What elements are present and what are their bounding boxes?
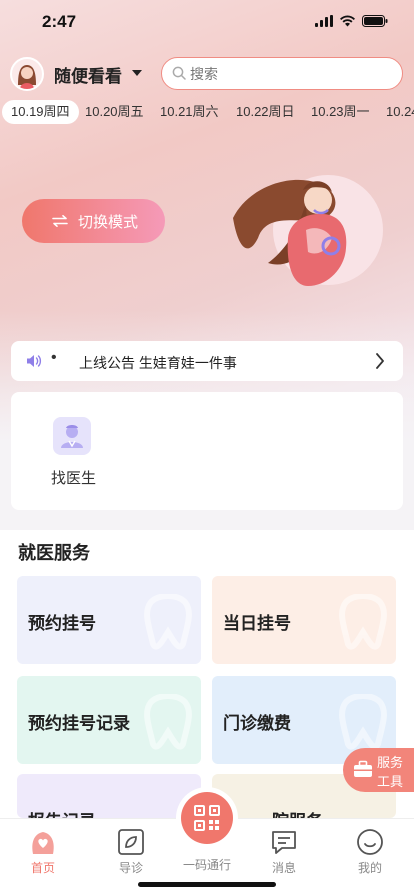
swap-icon: [52, 215, 68, 227]
search-icon: [172, 66, 186, 80]
compass-icon: [118, 829, 144, 855]
date-tab[interactable]: 10.23周一: [311, 100, 370, 124]
service-label: 当日挂号: [223, 614, 291, 633]
date-tab[interactable]: 10.19周四: [2, 100, 79, 124]
nav-label: 首页: [30, 861, 55, 875]
announcement-text: 上线公告 生娃育娃一件事: [79, 355, 237, 371]
switch-mode-button[interactable]: 切换模式: [22, 199, 165, 243]
date-tabs: 10.19周四 10.20周五 10.21周六 10.22周日 10.23周一 …: [0, 100, 414, 124]
service-tools-button[interactable]: 服务 工具: [343, 748, 414, 792]
service-tile-same-day[interactable]: 当日挂号: [212, 576, 396, 664]
status-bar: 2:47: [0, 0, 414, 48]
toolbox-icon: [354, 760, 372, 777]
message-icon: [272, 831, 296, 854]
home-icon: [32, 832, 54, 854]
bullet-dot: •: [51, 349, 57, 366]
switch-mode-label: 切换模式: [78, 213, 139, 231]
date-tab[interactable]: 10.24: [386, 100, 414, 124]
service-label: 预约挂号: [28, 614, 96, 633]
chevron-down-icon[interactable]: [132, 70, 142, 76]
speaker-icon: [27, 355, 42, 367]
nav-label: 导诊: [118, 861, 143, 875]
profile-icon: [357, 829, 383, 855]
service-tools-label-1: 服务: [377, 755, 404, 770]
signal-icon: [315, 15, 333, 27]
home-indicator: [138, 882, 276, 887]
tooth-watermark-icon: [144, 694, 192, 750]
nav-label: 我的: [357, 861, 382, 875]
section-title: 就医服务: [18, 543, 90, 563]
username-selector[interactable]: 随便看看: [54, 62, 122, 87]
service-tools-label-2: 工具: [377, 774, 404, 789]
wifi-icon: [340, 15, 355, 27]
status-time: 2:47: [42, 12, 77, 31]
search-input[interactable]: [190, 64, 390, 84]
service-label: 报告记录: [28, 807, 96, 818]
tooth-watermark-icon: [144, 594, 192, 650]
service-label: 门诊缴费: [223, 714, 291, 733]
service-tile-reports[interactable]: 报告记录: [17, 774, 201, 818]
battery-icon: [362, 15, 388, 27]
service-label: 预约挂号记录: [28, 714, 130, 733]
date-tab[interactable]: 10.20周五: [85, 100, 144, 124]
service-label: 院服务: [272, 807, 323, 818]
date-tab[interactable]: 10.22周日: [236, 100, 295, 124]
avatar[interactable]: [10, 57, 44, 91]
tooth-watermark-icon: [339, 594, 387, 650]
find-doctor-label[interactable]: 找医生: [51, 467, 96, 488]
nav-qr-pass[interactable]: [181, 792, 233, 844]
doctor-icon: [61, 425, 83, 448]
tooth-watermark-icon: [339, 694, 387, 750]
status-icons: [315, 15, 388, 27]
quick-access-card: 找医生: [11, 392, 403, 510]
user-avatar-icon: [18, 65, 36, 89]
service-tile-appointment-records[interactable]: 预约挂号记录: [17, 676, 201, 764]
nav-label[interactable]: 一码通行: [177, 856, 237, 873]
search-bar[interactable]: [161, 57, 403, 90]
mother-illustration: [233, 175, 383, 286]
announcement-bar[interactable]: • 上线公告 生娃育娃一件事: [11, 341, 403, 381]
nav-label: 消息: [271, 861, 296, 875]
date-tab[interactable]: 10.21周六: [160, 100, 219, 124]
chevron-right-icon[interactable]: [375, 352, 385, 370]
service-tile-appointment[interactable]: 预约挂号: [17, 576, 201, 664]
qr-code-icon: [194, 805, 220, 831]
find-doctor-button[interactable]: [53, 417, 91, 455]
